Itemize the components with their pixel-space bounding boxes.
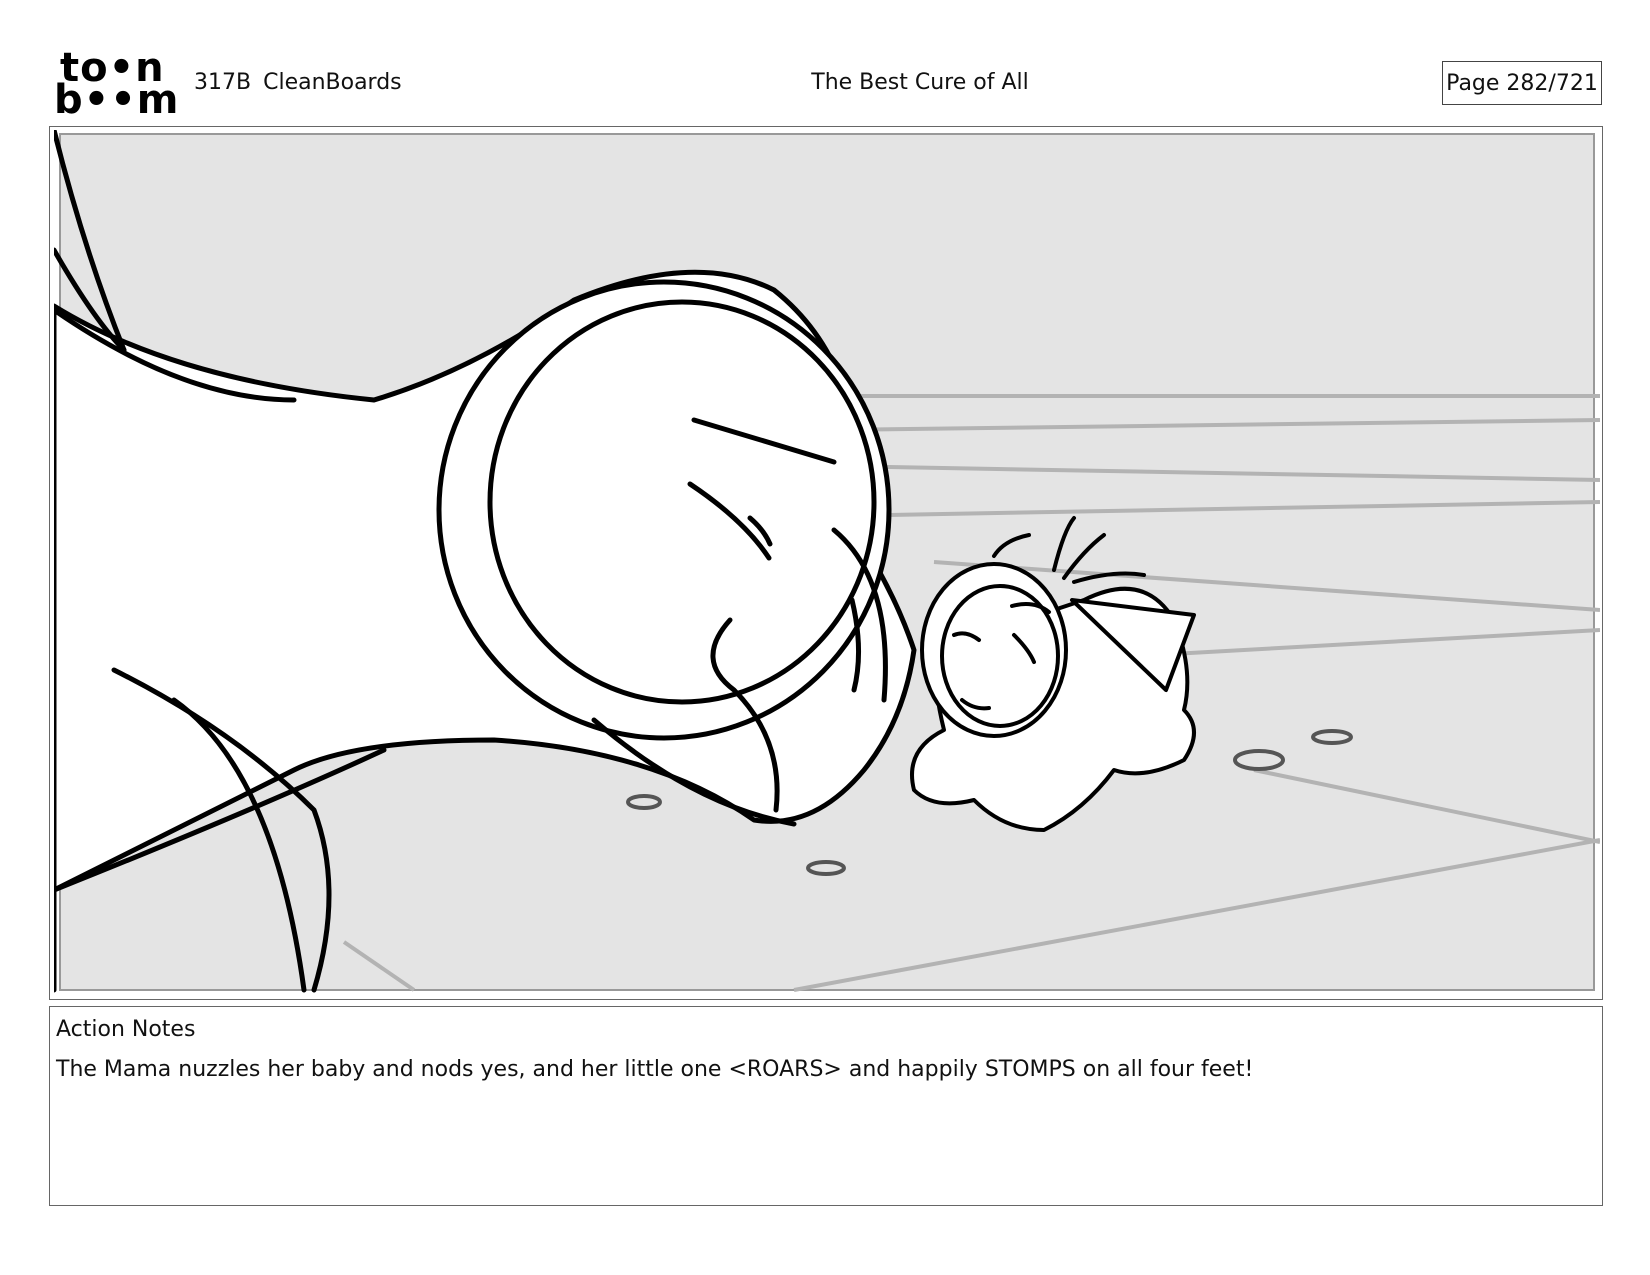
page-number: Page 282/721 <box>1446 70 1598 96</box>
action-notes-text: The Mama nuzzles her baby and nods yes, … <box>56 1057 1254 1082</box>
page-number-box: Page 282/721 <box>1442 61 1602 105</box>
action-notes-heading: Action Notes <box>56 1017 196 1042</box>
action-notes-box <box>49 1006 1603 1206</box>
page-title: The Best Cure of All <box>811 70 1029 95</box>
storyboard-panel-art <box>54 130 1600 993</box>
